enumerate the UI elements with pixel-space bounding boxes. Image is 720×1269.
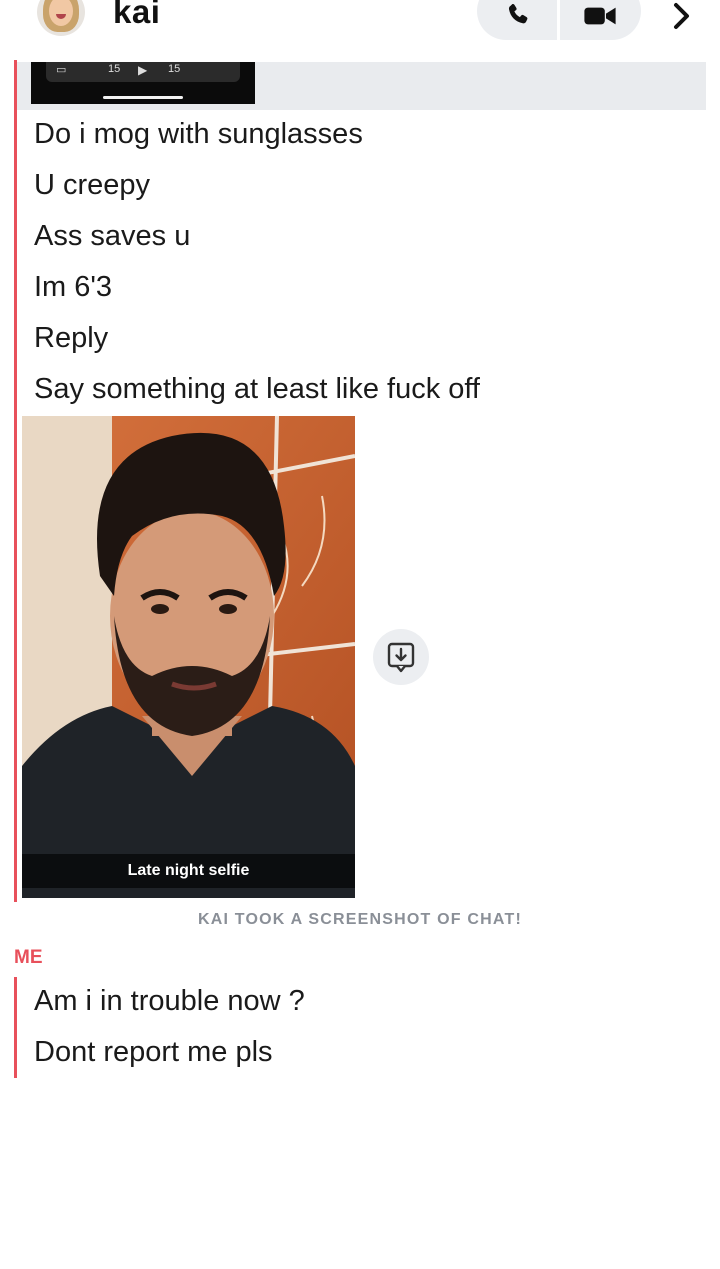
snap-caption-bar: Late night selfie [22,854,355,888]
forward-button[interactable]: 15 [168,63,180,75]
video-camera-icon [584,7,616,25]
screenshot-notice: KAI TOOK A SCREENSHOT OF CHAT! [198,911,522,928]
message-text[interactable]: Dont report me pls [34,1036,273,1069]
selfie-image [22,416,355,898]
airplay-icon[interactable]: ▭ [56,63,66,76]
video-call-button[interactable] [578,0,622,34]
snap-caption: Late night selfie [127,862,250,879]
message-text[interactable]: Im 6'3 [34,271,112,304]
sender-label-me: ME [14,947,43,968]
chevron-right-icon [674,3,689,29]
message-text[interactable]: Reply [34,322,108,355]
thread-bar-kai [14,60,17,902]
more-button[interactable] [664,0,700,36]
rewind-button[interactable]: 15 [108,63,120,75]
save-to-chat-icon [387,642,415,673]
thread-bar-me [14,977,17,1078]
phone-icon [508,3,528,24]
video-controls: ▭ 15 ▶ 15 [46,62,240,82]
message-text[interactable]: U creepy [34,169,150,202]
snap-photo[interactable]: Late night selfie [22,416,355,898]
contact-avatar[interactable] [37,0,85,36]
message-text[interactable]: Ass saves u [34,220,190,253]
play-icon[interactable]: ▶ [138,63,147,77]
message-text[interactable]: Am i in trouble now ? [34,985,305,1018]
contact-name[interactable]: kai [113,0,160,31]
save-snap-button[interactable] [373,629,429,685]
chat-header: kai [0,0,720,60]
message-text[interactable]: Say something at least like fuck off [34,373,480,406]
message-text[interactable]: Do i mog with sunglasses [34,118,363,151]
video-scrubber[interactable] [103,96,183,99]
voice-call-button[interactable] [497,0,541,34]
call-controls-divider [557,0,560,40]
